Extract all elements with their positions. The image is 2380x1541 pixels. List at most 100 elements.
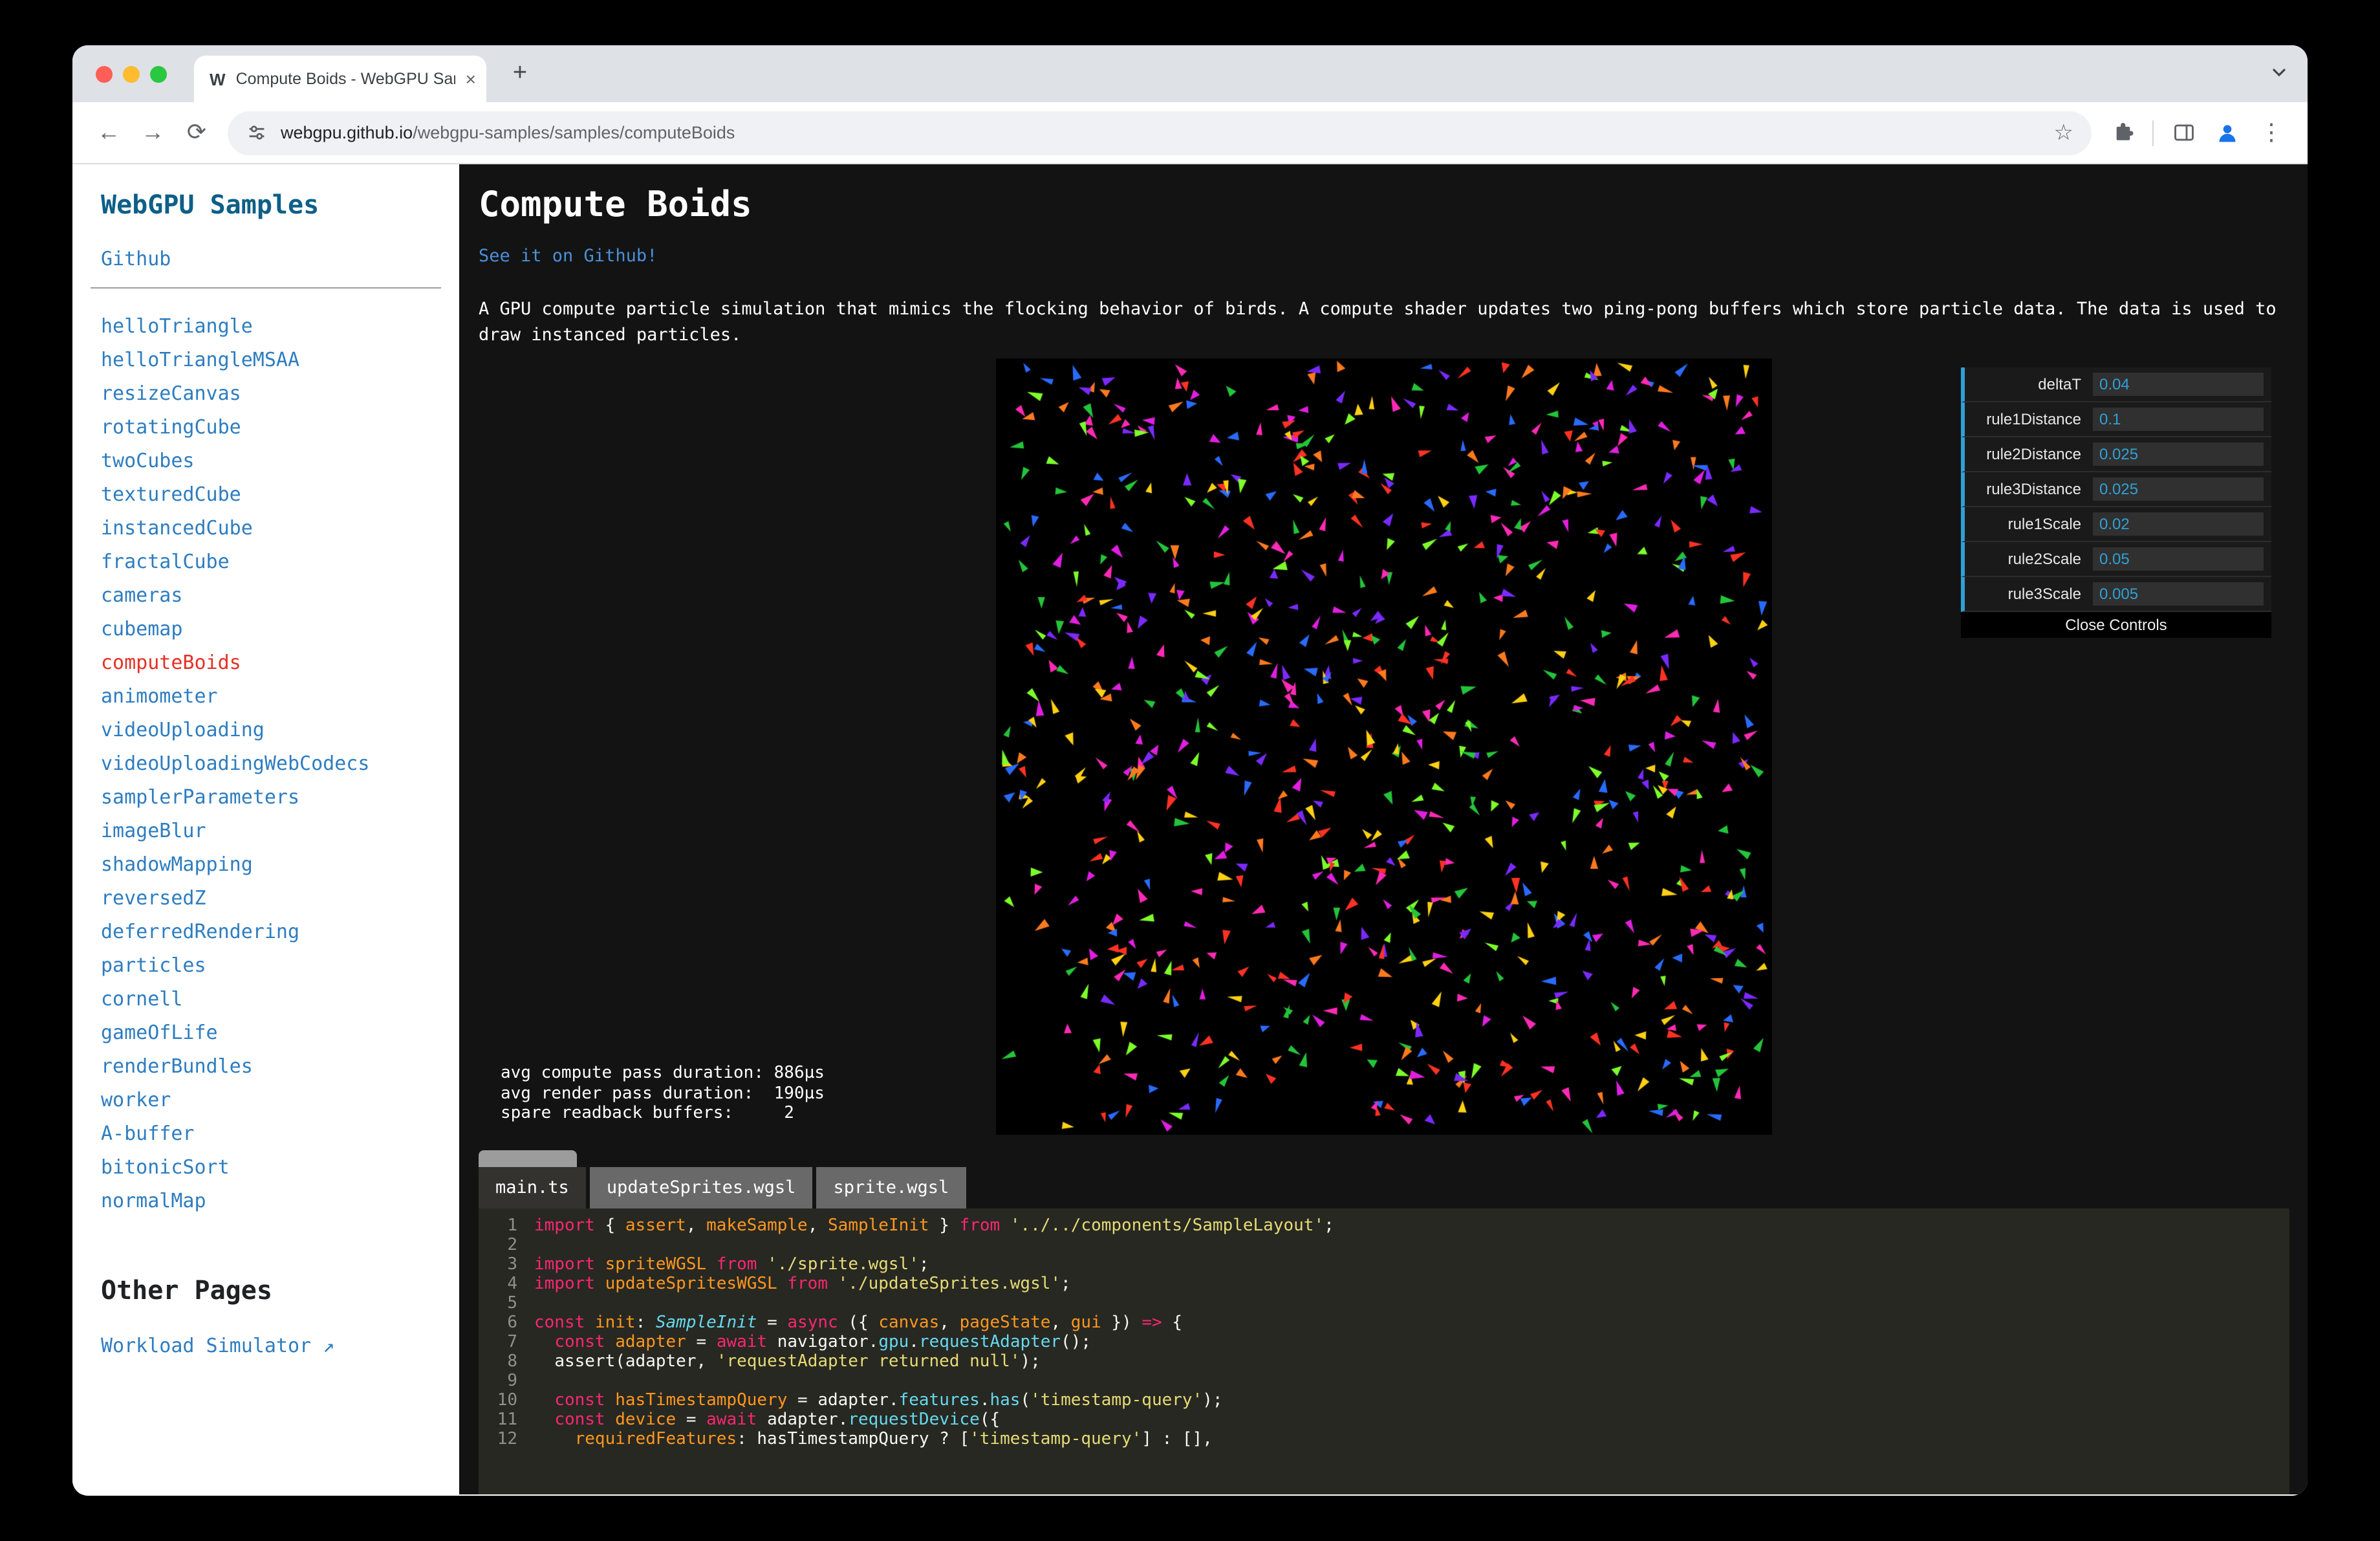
menu-button[interactable]: ⋮ xyxy=(2251,112,2292,153)
stat-line: avg compute pass duration: 886µs xyxy=(501,1064,825,1083)
line-number: 3 xyxy=(507,1255,517,1274)
gui-row-deltaT: deltaT 0.04 xyxy=(1961,367,2271,402)
sidebar-item-A-buffer[interactable]: A-buffer xyxy=(101,1117,459,1150)
sidebar-item-cubemap[interactable]: cubemap xyxy=(101,612,459,646)
sidebar-item-helloTriangleMSAA[interactable]: helloTriangleMSAA xyxy=(101,343,459,377)
sidebar-item-twoCubes[interactable]: twoCubes xyxy=(101,444,459,477)
sample-page: Compute Boids See it on Github! A GPU co… xyxy=(459,164,2308,1494)
site-info-icon[interactable] xyxy=(246,122,268,144)
code-line-6: 6 const init: SampleInit = async ({ canva… xyxy=(479,1313,2289,1333)
macos-close-button[interactable] xyxy=(96,66,113,83)
sample-description: A GPU compute particle simulation that m… xyxy=(479,299,2277,345)
address-bar[interactable]: webgpu.github.io/webgpu-samples/samples/… xyxy=(228,111,2092,155)
code-text: requiredFeatures: hasTimestampQuery ? ['… xyxy=(574,1430,1213,1449)
tab-title: Compute Boids - WebGPU Samples xyxy=(235,70,455,88)
sidebar-item-videoUploadingWebCodecs[interactable]: videoUploadingWebCodecs xyxy=(101,747,459,780)
sidebar: WebGPU Samples Github helloTriangle hello… xyxy=(72,164,459,1494)
code-tabs: main.ts updateSprites.wgsl sprite.wgsl xyxy=(479,1167,2289,1208)
code-text: import updateSpritesWGSL from './updateS… xyxy=(534,1274,1071,1294)
sidebar-item-workload-simulator[interactable]: Workload Simulator ↗ xyxy=(101,1334,459,1357)
sidebar-item-reversedZ[interactable]: reversedZ xyxy=(101,881,459,915)
gui-row-rule1Distance: rule1Distance 0.1 xyxy=(1961,402,2271,437)
sidebar-item-cameras[interactable]: cameras xyxy=(101,578,459,612)
gui-input-deltaT[interactable]: 0.04 xyxy=(2093,373,2264,396)
code-tab-sprite.wgsl[interactable]: sprite.wgsl xyxy=(816,1167,966,1208)
code-line-11: 11 const device = await adapter.requestD… xyxy=(479,1410,2289,1430)
gui-panel: deltaT 0.04 rule1Distance 0.1 rule2Distance 0… xyxy=(1961,367,2271,638)
gui-label-rule1Distance: rule1Distance xyxy=(1986,410,2081,428)
code-text: import { assert, makeSample, SampleInit … xyxy=(534,1216,1334,1236)
code-tab-main.ts[interactable]: main.ts xyxy=(479,1167,586,1208)
sidebar-item-normalMap[interactable]: normalMap xyxy=(101,1184,459,1218)
line-number: 6 xyxy=(507,1313,517,1333)
code-tab-updateSprites.wgsl[interactable]: updateSprites.wgsl xyxy=(589,1167,813,1208)
code-text: const adapter = await navigator.gpu.requ… xyxy=(554,1333,1092,1352)
sidebar-item-animometer[interactable]: animometer xyxy=(101,679,459,713)
sidebar-item-imageBlur[interactable]: imageBlur xyxy=(101,814,459,847)
macos-minimize-button[interactable] xyxy=(123,66,140,83)
sidebar-item-gameOfLife[interactable]: gameOfLife xyxy=(101,1016,459,1049)
line-number: 1 xyxy=(507,1216,517,1236)
site-title[interactable]: WebGPU Samples xyxy=(72,164,459,220)
side-panel-icon xyxy=(2174,124,2193,141)
sidebar-item-instancedCube[interactable]: instancedCube xyxy=(101,511,459,545)
gui-input-rule1Distance[interactable]: 0.1 xyxy=(2093,408,2264,431)
back-button[interactable]: ← xyxy=(88,112,129,153)
code-line-2: 2 xyxy=(479,1236,2289,1255)
webgpu-favicon-icon: W xyxy=(210,69,226,89)
sidebar-item-rotatingCube[interactable]: rotatingCube xyxy=(101,410,459,444)
toolbar-divider xyxy=(2152,120,2154,146)
perf-stats: avg compute pass duration: 886µs avg rend… xyxy=(501,1064,825,1124)
sidebar-item-videoUploading[interactable]: videoUploading xyxy=(101,713,459,747)
code-text: const hasTimestampQuery = adapter.featur… xyxy=(554,1391,1223,1410)
tab-close-icon[interactable]: × xyxy=(466,70,476,88)
code-line-7: 7 const adapter = await navigator.gpu.re… xyxy=(479,1333,2289,1352)
code-line-4: 4 import updateSpritesWGSL from './update… xyxy=(479,1274,2289,1294)
forward-button[interactable]: → xyxy=(132,112,173,153)
sidebar-item-cornell[interactable]: cornell xyxy=(101,982,459,1016)
sidebar-item-shadowMapping[interactable]: shadowMapping xyxy=(101,847,459,881)
sidebar-item-worker[interactable]: worker xyxy=(101,1083,459,1117)
stat-line: spare readback buffers: 2 xyxy=(501,1104,794,1124)
new-tab-button[interactable]: + xyxy=(504,58,536,89)
code-line-10: 10 const hasTimestampQuery = adapter.fea… xyxy=(479,1391,2289,1410)
gui-input-rule2Distance[interactable]: 0.025 xyxy=(2093,443,2264,466)
url-domain: webgpu.github.io xyxy=(281,123,413,142)
sidebar-item-helloTriangle[interactable]: helloTriangle xyxy=(101,309,459,343)
gui-input-rule3Scale[interactable]: 0.005 xyxy=(2093,582,2264,606)
code-tab-stub xyxy=(479,1150,577,1167)
close-controls-button[interactable]: Close Controls xyxy=(1961,612,2271,638)
code-line-5: 5 xyxy=(479,1294,2289,1313)
gui-input-rule2Scale[interactable]: 0.05 xyxy=(2093,547,2264,571)
stat-line: avg render pass duration: 190µs xyxy=(501,1084,825,1104)
profile-button[interactable] xyxy=(2207,112,2248,153)
sidebar-item-samplerParameters[interactable]: samplerParameters xyxy=(101,780,459,814)
sidebar-item-deferredRendering[interactable]: deferredRendering xyxy=(101,915,459,948)
sidebar-item-github[interactable]: Github xyxy=(101,247,459,270)
gui-input-rule3Distance[interactable]: 0.025 xyxy=(2093,477,2264,501)
sidebar-item-fractalCube[interactable]: fractalCube xyxy=(101,545,459,578)
gui-row-rule1Scale: rule1Scale 0.02 xyxy=(1961,507,2271,542)
extensions-icon[interactable] xyxy=(2102,112,2143,153)
browser-tab[interactable]: W Compute Boids - WebGPU Samples × xyxy=(194,56,486,102)
line-number: 9 xyxy=(507,1372,517,1391)
sidebar-item-resizeCanvas[interactable]: resizeCanvas xyxy=(101,377,459,410)
sidebar-item-bitonicSort[interactable]: bitonicSort xyxy=(101,1150,459,1184)
code-editor[interactable]: 1 import { assert, makeSample, SampleInit… xyxy=(479,1208,2289,1494)
line-number: 2 xyxy=(507,1236,517,1255)
sidebar-item-texturedCube[interactable]: texturedCube xyxy=(101,477,459,511)
github-source-link[interactable]: See it on Github! xyxy=(479,246,657,267)
line-number: 12 xyxy=(497,1430,517,1449)
macos-zoom-button[interactable] xyxy=(150,66,167,83)
sidebar-item-particles[interactable]: particles xyxy=(101,948,459,982)
side-panel-button[interactable] xyxy=(2163,112,2204,153)
bookmark-star-icon[interactable]: ☆ xyxy=(2054,120,2074,146)
gui-label-rule3Scale: rule3Scale xyxy=(2007,585,2081,603)
gui-input-rule1Scale[interactable]: 0.02 xyxy=(2093,512,2264,536)
tab-search-button[interactable] xyxy=(2269,62,2289,83)
sidebar-item-renderBundles[interactable]: renderBundles xyxy=(101,1049,459,1083)
sidebar-item-computeBoids[interactable]: computeBoids xyxy=(101,646,459,679)
reload-button[interactable]: ⟳ xyxy=(176,112,217,153)
